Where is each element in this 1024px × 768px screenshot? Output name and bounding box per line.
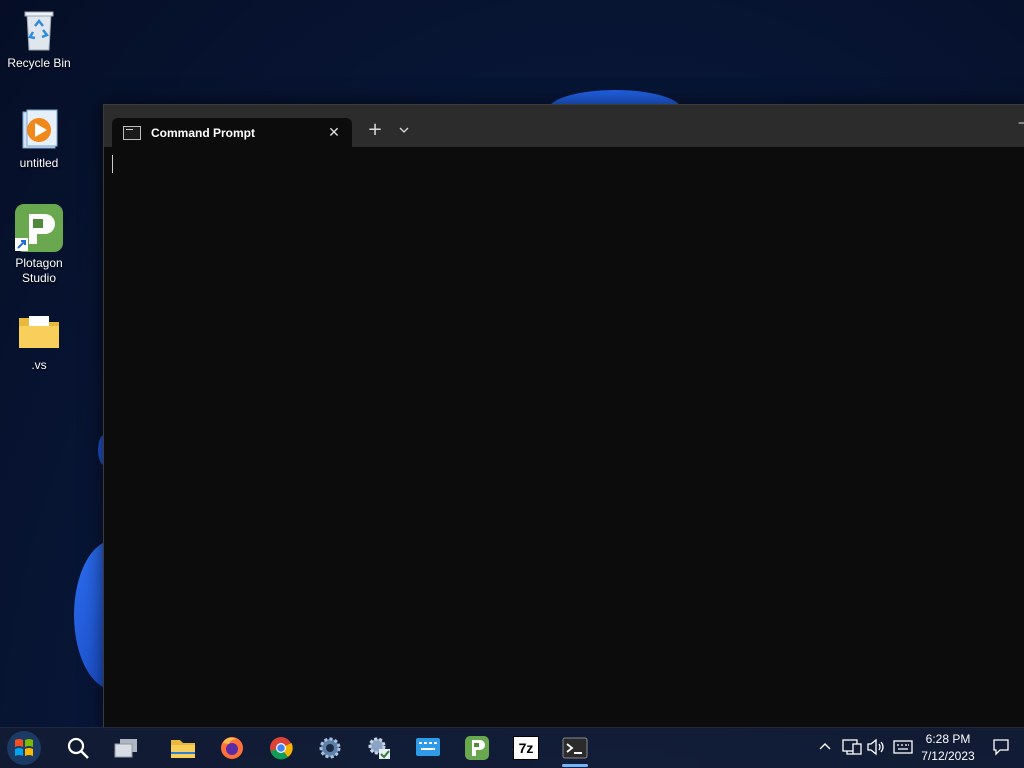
new-tab-button[interactable]: + (364, 119, 386, 141)
folder-icon (171, 740, 195, 758)
show-hidden-icons-button[interactable] (818, 739, 832, 757)
close-tab-button[interactable]: ✕ (322, 125, 346, 141)
desktop-icon-plotagon-studio[interactable]: Plotagon Studio (1, 204, 77, 286)
desktop-icon-vs-folder[interactable]: .vs (1, 310, 77, 373)
folder-icon (17, 310, 61, 354)
media-player-file-icon (17, 108, 61, 152)
keyboard-icon (893, 740, 913, 754)
terminal-icon (562, 737, 588, 759)
desktop-icon-untitled[interactable]: untitled (1, 108, 77, 171)
terminal-window[interactable]: Command Prompt ✕ + – (103, 104, 1024, 730)
clock[interactable]: 6:28 PM 7/12/2023 (918, 731, 978, 765)
taskbar-firefox[interactable] (214, 732, 250, 764)
minimize-button[interactable]: – (1011, 115, 1024, 135)
gear-icon (319, 737, 341, 759)
chevron-up-icon (819, 743, 831, 750)
desktop-icon-label: untitled (19, 156, 59, 170)
desktop-icon-label: Recycle Bin (7, 56, 71, 70)
volume-button[interactable] (866, 738, 886, 760)
notifications-button[interactable] (992, 738, 1010, 760)
taskbar-control-panel[interactable] (361, 732, 397, 764)
network-icon (842, 739, 862, 755)
search-icon (67, 737, 89, 759)
console-area[interactable] (104, 147, 1024, 729)
tab-title: Command Prompt (151, 125, 256, 140)
clock-date: 7/12/2023 (921, 749, 975, 763)
plotagon-studio-icon (15, 204, 63, 252)
recycle-bin-icon (17, 8, 61, 52)
taskbar: 7z 6:28 PM 7/12/2023 (0, 727, 1024, 768)
desktop-icon-label: Plotagon Studio (15, 256, 63, 285)
plotagon-studio-icon (465, 736, 489, 760)
desktop-icon-recycle-bin[interactable]: Recycle Bin (1, 8, 77, 71)
keyboard-app-icon (416, 738, 440, 756)
cmd-icon (123, 125, 141, 140)
taskbar-file-explorer[interactable] (165, 732, 201, 764)
windows-logo-icon (7, 731, 41, 765)
start-button[interactable] (6, 731, 42, 765)
taskbar-terminal[interactable] (557, 732, 593, 767)
speaker-icon (867, 738, 884, 756)
taskbar-chrome[interactable] (263, 732, 299, 764)
touch-keyboard-button[interactable] (893, 739, 913, 759)
clock-time: 6:28 PM (925, 732, 971, 746)
desktop-icon-label: .vs (31, 358, 47, 372)
task-view-icon (114, 739, 137, 758)
network-button[interactable] (842, 738, 862, 760)
terminal-titlebar[interactable]: Command Prompt ✕ + – (104, 105, 1024, 147)
taskbar-settings[interactable] (312, 732, 348, 764)
taskbar-7zip[interactable]: 7z (508, 732, 544, 764)
notification-icon (993, 739, 1009, 756)
7zip-label: 7z (518, 740, 534, 756)
tab-dropdown-button[interactable] (394, 119, 414, 141)
firefox-icon (221, 737, 243, 759)
7zip-icon: 7z (513, 736, 539, 760)
taskbar-on-screen-keyboard[interactable] (410, 732, 446, 764)
task-view-button[interactable] (108, 732, 144, 764)
tab-command-prompt[interactable]: Command Prompt ✕ (112, 118, 352, 147)
search-button[interactable] (60, 732, 96, 764)
settings-check-icon (368, 737, 390, 759)
text-cursor (112, 155, 113, 173)
chrome-icon (270, 737, 293, 760)
taskbar-plotagon[interactable] (459, 732, 495, 764)
chevron-down-icon (399, 127, 409, 133)
